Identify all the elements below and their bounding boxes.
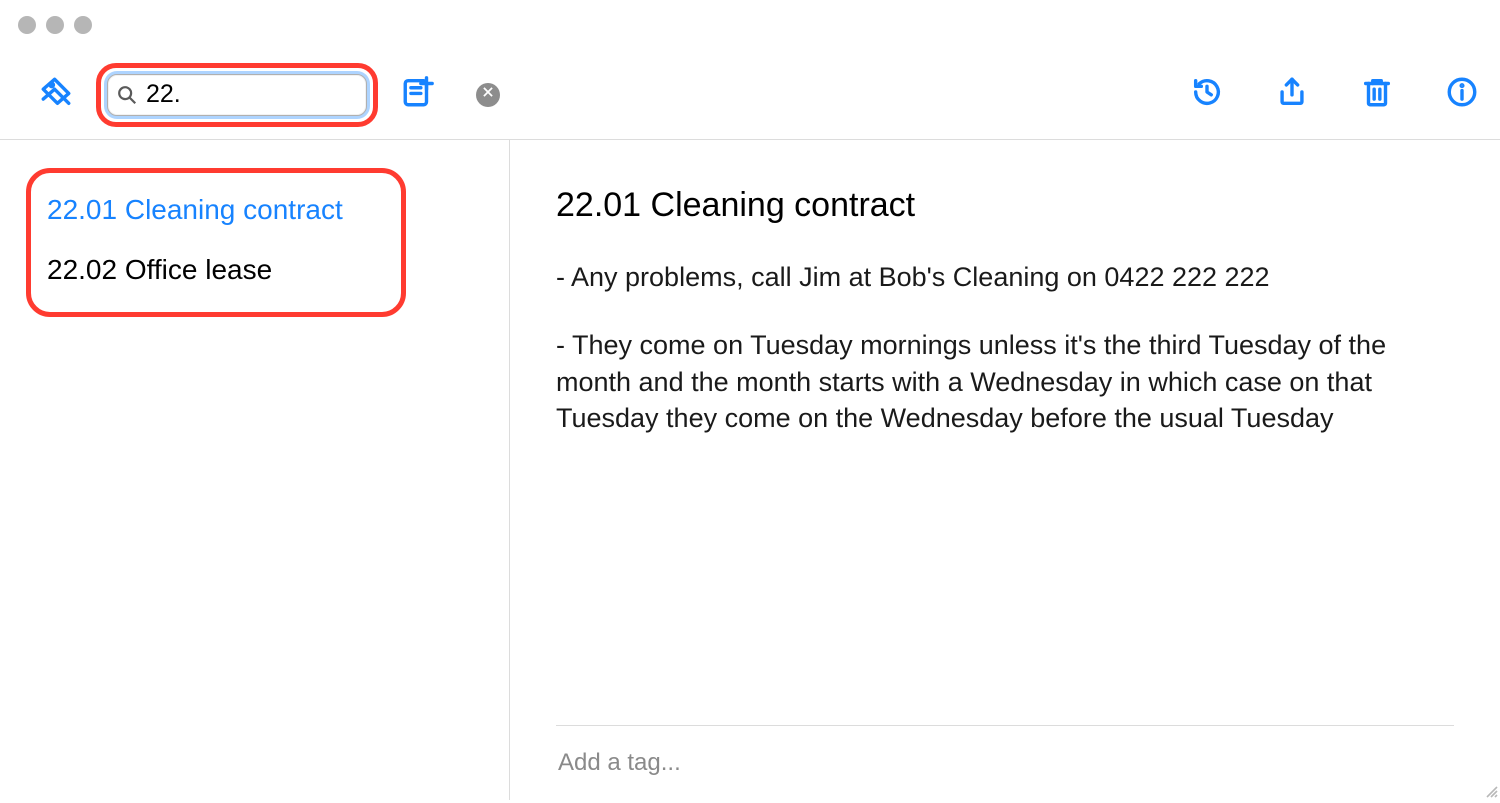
share-icon [1275, 75, 1309, 114]
window-resize-grip[interactable] [1484, 784, 1498, 798]
result-item-22-01[interactable]: 22.01 Cleaning contract [43, 187, 389, 239]
delete-button[interactable] [1357, 75, 1397, 115]
tags-button[interactable] [36, 75, 76, 115]
window-controls [18, 16, 92, 34]
window-titlebar [0, 0, 1500, 50]
note-line: - They come on Tuesday mornings unless i… [556, 327, 1454, 436]
note-pane: 22.01 Cleaning contract - Any problems, … [510, 140, 1500, 800]
window-zoom-dot[interactable] [74, 16, 92, 34]
result-item-label: 22.01 Cleaning contract [47, 194, 343, 225]
share-button[interactable] [1272, 75, 1312, 115]
result-item-label: 22.02 Office lease [47, 254, 272, 285]
tag-input[interactable] [556, 748, 1454, 778]
history-icon [1190, 75, 1224, 114]
clear-x-icon [481, 85, 495, 104]
window-minimize-dot[interactable] [46, 16, 64, 34]
note-body[interactable]: - Any problems, call Jim at Bob's Cleani… [556, 259, 1454, 725]
trash-icon [1360, 75, 1394, 114]
note-title: 22.01 Cleaning contract [556, 186, 1454, 225]
search-field[interactable] [107, 74, 367, 116]
clear-search-button[interactable] [476, 83, 500, 107]
search-icon [116, 84, 138, 106]
search-highlight-box [96, 63, 378, 127]
info-button[interactable] [1442, 75, 1482, 115]
tags-icon [39, 75, 73, 114]
results-highlight-box: 22.01 Cleaning contract 22.02 Office lea… [26, 168, 406, 317]
window-close-dot[interactable] [18, 16, 36, 34]
note-line: - Any problems, call Jim at Bob's Cleani… [556, 259, 1454, 295]
info-icon [1445, 75, 1479, 114]
tag-area [556, 725, 1454, 800]
toolbar [0, 50, 1500, 140]
history-button[interactable] [1187, 75, 1227, 115]
search-input[interactable] [146, 80, 468, 109]
result-item-22-02[interactable]: 22.02 Office lease [43, 239, 389, 299]
sidebar: 22.01 Cleaning contract 22.02 Office lea… [0, 140, 510, 800]
